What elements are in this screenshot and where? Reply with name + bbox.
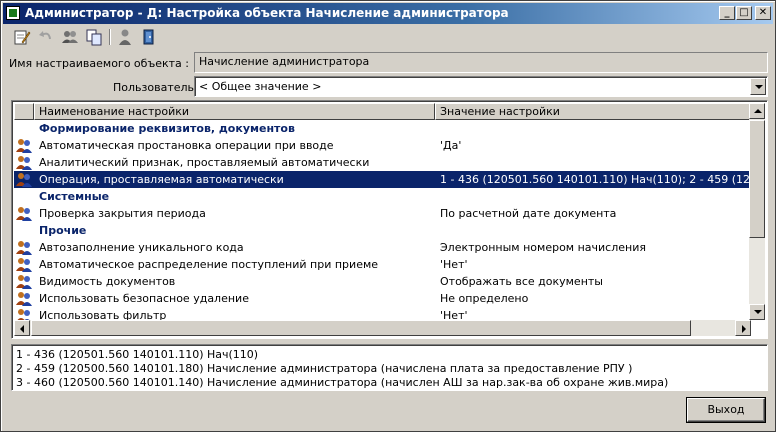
window-title: Администратор - Д: Настройка объекта Нач… (25, 6, 509, 20)
setting-name: Формирование реквизитов, документов (39, 122, 295, 135)
object-name-label: Имя настраиваемого объекта : (9, 57, 189, 70)
vertical-scroll-thumb[interactable] (749, 120, 765, 238)
users-icon (15, 205, 33, 222)
setting-name: Системные (39, 190, 110, 203)
setting-value: Электронным номером начисления (440, 241, 646, 254)
table-row[interactable]: Автоматическая простановка операции при … (14, 137, 752, 154)
setting-value: 'Да' (440, 139, 462, 152)
vertical-scrollbar[interactable] (749, 103, 765, 320)
setting-name: Использовать безопасное удаление (39, 292, 249, 305)
users-icon (15, 154, 33, 171)
setting-name: Автоматическая простановка операции при … (39, 139, 334, 152)
minimize-button[interactable]: _ (719, 6, 735, 20)
table-row[interactable]: Проверка закрытия периода По расчетной да… (14, 205, 752, 222)
table-row[interactable]: Операция, проставляемая автоматически 1 -… (14, 171, 752, 188)
close-button[interactable]: ✕ (755, 6, 771, 20)
toolbar-separator (109, 29, 111, 45)
setting-name: Проверка закрытия периода (39, 207, 206, 220)
main-window: Администратор - Д: Настройка объекта Нач… (0, 0, 776, 432)
users-icon (15, 273, 33, 290)
user-select-value: < Общее значение > (199, 80, 322, 93)
table-row[interactable]: Использовать безопасное удаление Не опред… (14, 290, 752, 307)
user-label: Пользователь : (113, 81, 202, 94)
setting-name: Автозаполнение уникального кода (39, 241, 244, 254)
settings-grid[interactable]: Наименование настройки Значение настройк… (11, 100, 768, 339)
setting-value: Не определено (440, 292, 529, 305)
scroll-down-button[interactable] (749, 304, 765, 320)
memo-line: 2 - 459 (120500.560 140101.180) Начислен… (16, 362, 633, 375)
setting-value: Отображать все документы (440, 275, 603, 288)
maximize-button[interactable]: □ (736, 6, 752, 20)
users-icon (15, 137, 33, 154)
arrow-right-icon (742, 325, 746, 333)
arrow-down-icon (754, 310, 762, 314)
grid-header: Наименование настройки Значение настройк… (14, 103, 752, 120)
scroll-right-button[interactable] (735, 320, 751, 336)
table-row[interactable]: Автозаполнение уникального кода Электронн… (14, 239, 752, 256)
chevron-down-icon (755, 85, 763, 89)
app-icon (6, 6, 20, 20)
setting-value: 1 - 436 (120501.560 140101.110) Нач(110)… (440, 173, 752, 186)
object-name-field: Начисление администратора (194, 52, 768, 73)
scroll-up-button[interactable] (749, 103, 765, 119)
scroll-left-button[interactable] (14, 320, 30, 336)
memo-line: 3 - 460 (120500.560 140101.140) Начислен… (16, 376, 669, 389)
table-row[interactable]: Автоматическое распределение поступлений… (14, 256, 752, 273)
copy-icon[interactable] (85, 28, 103, 46)
users-icon (15, 290, 33, 307)
users-icon[interactable] (61, 28, 79, 46)
users-icon (15, 256, 33, 273)
title-bar[interactable]: Администратор - Д: Настройка объекта Нач… (3, 3, 773, 24)
setting-name: Автоматическое распределение поступлений… (39, 258, 379, 271)
setting-name: Операция, проставляемая автоматически (39, 173, 284, 186)
toolbar (3, 25, 773, 49)
setting-value: 'Нет' (440, 258, 468, 271)
dropdown-button[interactable] (750, 78, 766, 95)
horizontal-scroll-thumb[interactable] (31, 320, 691, 336)
column-header-value[interactable]: Значение настройки (435, 103, 752, 120)
group-row[interactable]: Формирование реквизитов, документов (14, 120, 752, 137)
user-select[interactable]: < Общее значение > (194, 76, 768, 97)
column-header-name[interactable]: Наименование настройки (34, 103, 435, 120)
table-row[interactable]: Видимость документов Отображать все докум… (14, 273, 752, 290)
arrow-left-icon (20, 325, 24, 333)
setting-name: Прочие (39, 224, 87, 237)
horizontal-scrollbar[interactable] (14, 320, 751, 336)
exit-button[interactable]: Выход (687, 398, 765, 422)
table-row[interactable]: Аналитический признак, проставляемый авт… (14, 154, 752, 171)
undo-icon[interactable] (37, 28, 55, 46)
user-icon[interactable] (116, 28, 134, 46)
memo-line: 1 - 436 (120501.560 140101.110) Нач(110) (16, 348, 259, 361)
setting-name: Видимость документов (39, 275, 176, 288)
selected-value-memo[interactable]: 1 - 436 (120501.560 140101.110) Нач(110)… (11, 344, 768, 391)
exit-door-icon[interactable] (140, 28, 158, 46)
setting-value: По расчетной дате документа (440, 207, 617, 220)
edit-icon[interactable] (13, 28, 31, 46)
arrow-up-icon (754, 109, 762, 113)
grid-rows: Формирование реквизитов, документов Автом… (14, 120, 752, 322)
users-icon (15, 239, 33, 256)
group-row[interactable]: Прочие (14, 222, 752, 239)
setting-name: Аналитический признак, проставляемый авт… (39, 156, 370, 169)
group-row[interactable]: Системные (14, 188, 752, 205)
users-icon (15, 171, 33, 188)
header-icon-cell (14, 103, 34, 120)
